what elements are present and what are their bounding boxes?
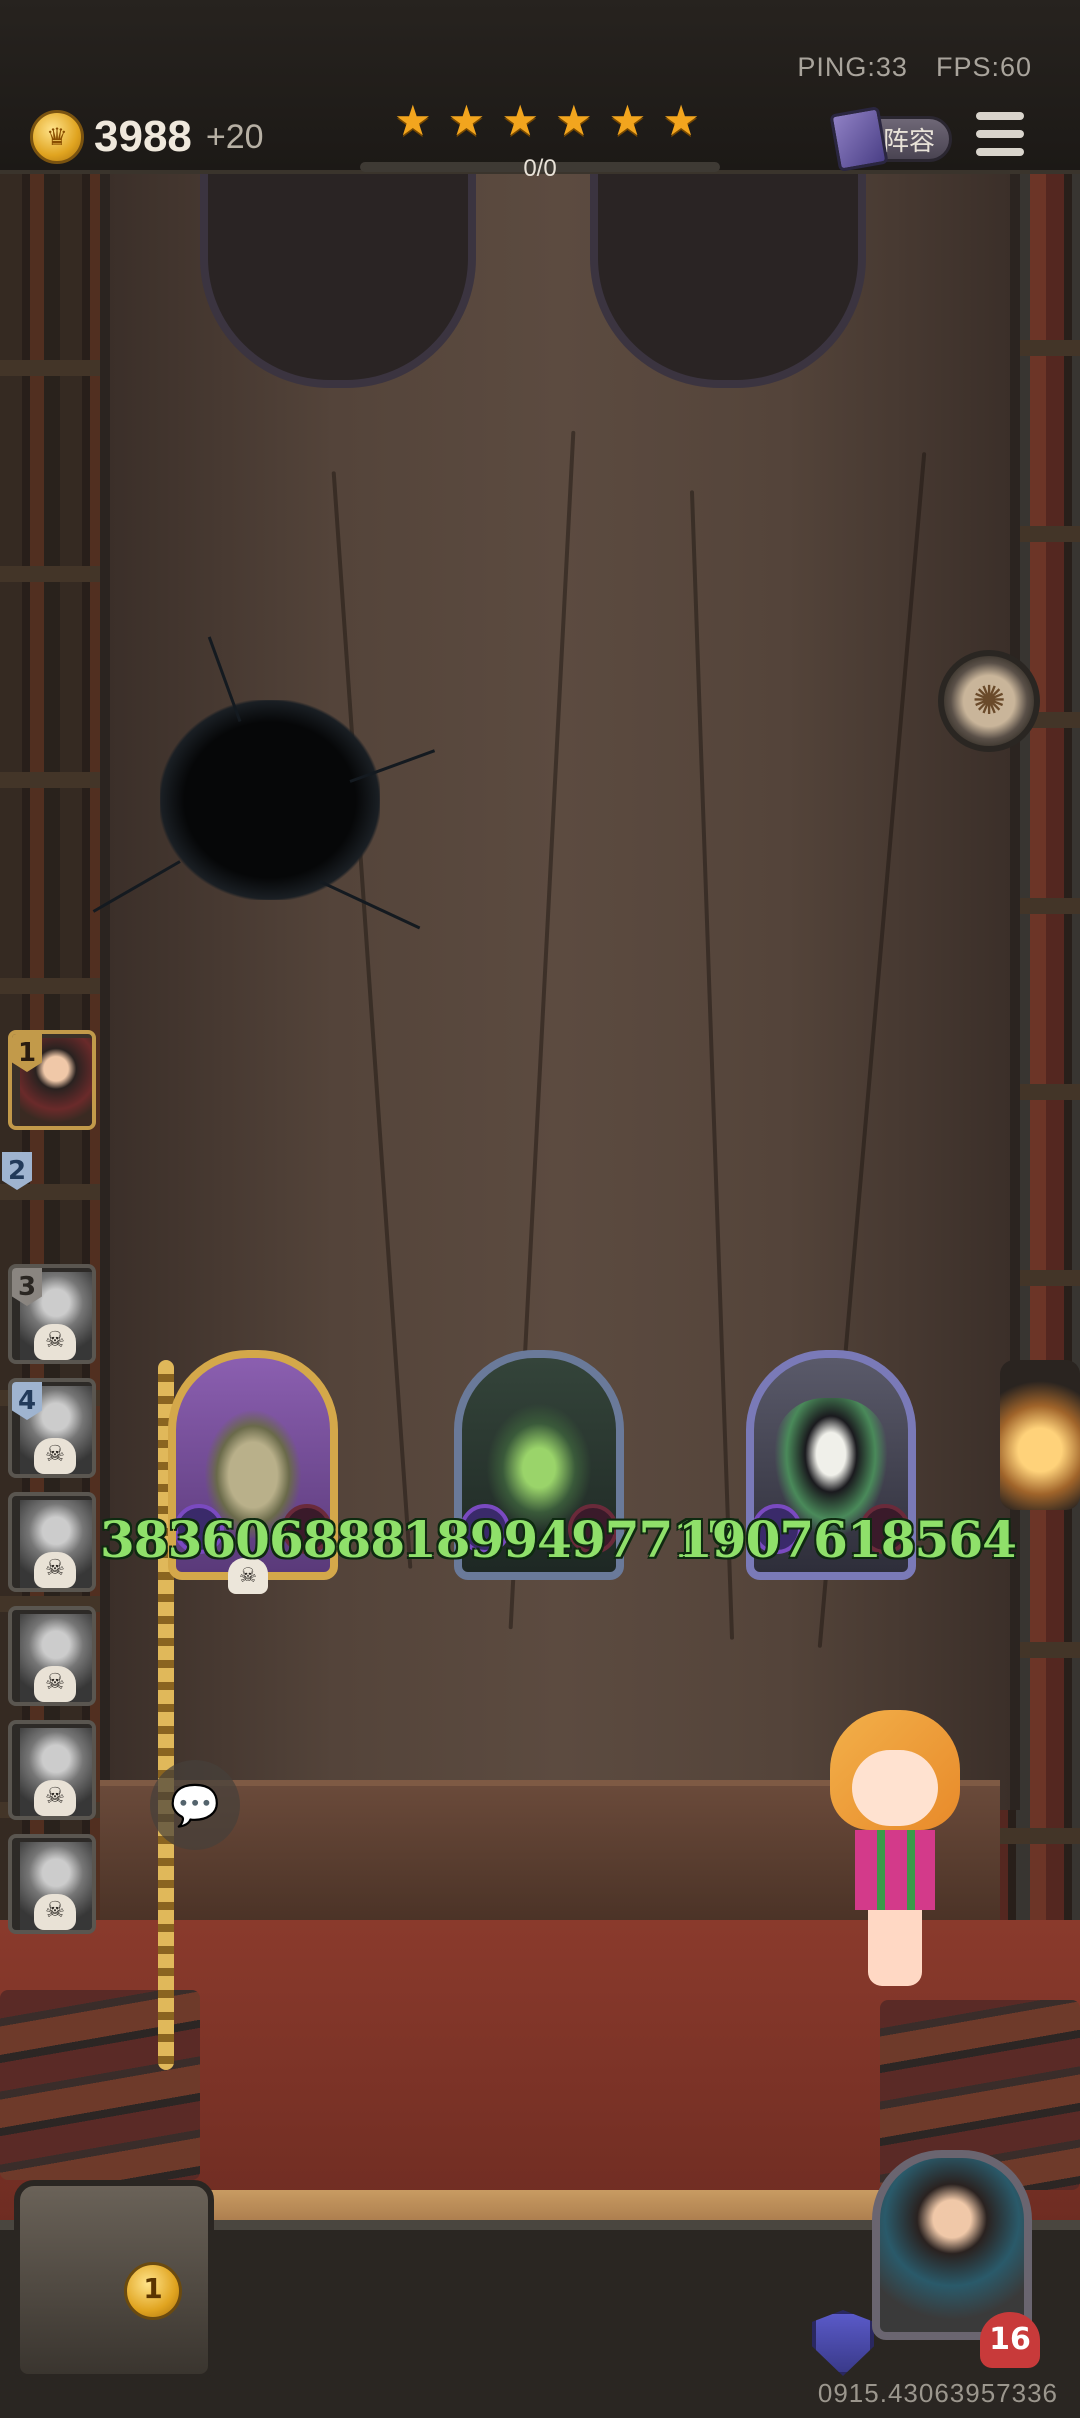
fan-glyph: ✺ xyxy=(972,678,1006,724)
fps-readout: FPS:60 xyxy=(935,52,1032,82)
crown-coin-icon: ♛ xyxy=(30,110,84,164)
player-slot-8[interactable]: ☠ xyxy=(0,1834,100,1934)
gold-display: ♛ 3988 +20 xyxy=(30,110,264,164)
skull-icon: ☠ xyxy=(34,1324,76,1360)
chat-button[interactable]: 💬 xyxy=(150,1760,240,1850)
health-heart-icon: 16 xyxy=(980,2312,1040,2368)
player-slot-frame: ☠ 3 xyxy=(8,1264,96,1364)
player-slot-frame: 1 xyxy=(8,1030,96,1130)
lineup-label: 阵容 xyxy=(882,125,935,156)
network-stats: PING:33 FPS:60 xyxy=(797,52,1032,83)
round-progress-text: 0/0 xyxy=(523,155,557,182)
damage-number: 383606888 xyxy=(100,1510,405,1569)
player-rank-badge: 2 xyxy=(2,1152,32,1190)
skull-icon: ☠ xyxy=(34,1780,76,1816)
player-slot-frame: ☠ 4 xyxy=(8,1378,96,1478)
skull-icon: ☠ xyxy=(34,1894,76,1930)
menu-button[interactable] xyxy=(976,112,1024,156)
fan-icon[interactable]: ✺ xyxy=(938,650,1040,752)
character-legs xyxy=(868,1910,922,1986)
menu-icon-bar xyxy=(976,130,1024,138)
version-string: 0915.43063957336 xyxy=(817,2378,1058,2408)
lineup-book-icon[interactable] xyxy=(829,106,889,172)
player-slot-4[interactable]: ☠ 4 xyxy=(0,1378,100,1478)
gold-amount: 3988 xyxy=(94,112,192,161)
player-avatar-character xyxy=(800,1690,990,1990)
player-slot-frame: ☠ xyxy=(8,1492,96,1592)
chest-count-badge: 1 xyxy=(124,2262,182,2320)
player-slot-6[interactable]: ☠ xyxy=(0,1606,100,1706)
character-outfit xyxy=(855,1830,935,1910)
star-icon: ★ xyxy=(447,96,486,145)
star-icon: ★ xyxy=(501,96,539,145)
star-icon: ★ xyxy=(608,96,647,145)
star-icon: ★ xyxy=(662,96,700,145)
star-rating: ★ ★ ★ ★ ★ ★ xyxy=(394,100,700,142)
damage-number: 1907618564 xyxy=(678,1510,1017,1569)
star-icon: ★ xyxy=(394,96,432,145)
menu-icon-bar xyxy=(976,112,1024,120)
health-value: 16 xyxy=(989,2322,1031,2357)
player-slot-1[interactable]: 1 xyxy=(0,1030,100,1130)
player-slot-frame: ☠ xyxy=(8,1834,96,1934)
player-slot-2[interactable]: 2 xyxy=(0,1148,100,1198)
wall-lamp xyxy=(1000,1360,1080,1510)
player-slot-3[interactable]: ☠ 3 xyxy=(0,1264,100,1364)
treasure-chest-button[interactable] xyxy=(14,2180,214,2380)
star-icon: ★ xyxy=(554,96,593,145)
menu-icon-bar xyxy=(976,148,1024,156)
door-arch-right xyxy=(590,170,866,388)
skull-icon: ☠ xyxy=(34,1666,76,1702)
skull-icon: ☠ xyxy=(34,1438,76,1474)
character-face xyxy=(852,1750,938,1826)
player-slot-frame: ☠ xyxy=(8,1720,96,1820)
player-slot-frame: ☠ xyxy=(8,1606,96,1706)
wood-grain xyxy=(331,471,413,1569)
wall-hole xyxy=(160,700,380,900)
chat-icon: 💬 xyxy=(170,1782,220,1829)
gold-income: +20 xyxy=(205,117,264,156)
player-slot-5[interactable]: ☠ xyxy=(0,1492,100,1592)
skull-icon: ☠ xyxy=(34,1552,76,1588)
wood-grain xyxy=(689,490,735,1640)
door-arch-left xyxy=(200,170,476,388)
player-slot-7[interactable]: ☠ xyxy=(0,1720,100,1820)
ping-readout: PING:33 xyxy=(797,52,908,82)
